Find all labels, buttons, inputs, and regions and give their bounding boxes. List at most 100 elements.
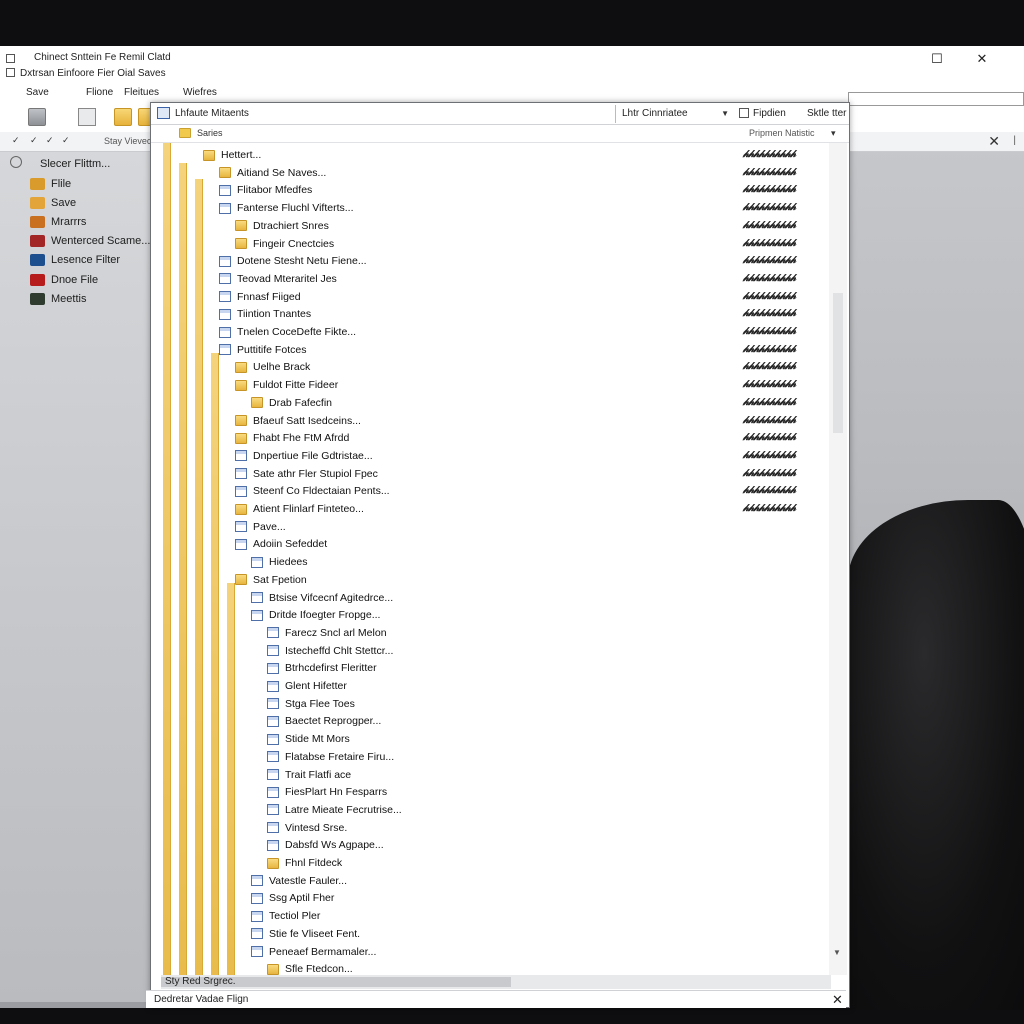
tree-row-label: Tiintion Tnantes [237,308,312,321]
sidebar-item-meettis[interactable]: Meettis [30,291,86,307]
tree-row[interactable]: Sat Fpetion [235,572,307,588]
tree-row[interactable]: Hiedees [251,554,308,570]
address-clear-icon[interactable]: ✕ [988,133,1000,150]
tree-row-label: Vintesd Srse. [285,821,348,834]
tree-row[interactable]: Peneaef Bermamaler... [251,944,376,960]
tree-row-label: Istecheffd Chlt Stettcr... [285,644,394,657]
tree-row[interactable]: Bfaeuf Satt Isedceins... [235,413,361,429]
tree-row[interactable]: Puttitife Fotces [219,342,306,358]
sidebar-item-filter[interactable]: Lesence Filter [30,252,120,268]
tree-row[interactable]: Btsise Vifcecnf Agitedrce... [251,590,393,606]
tree-row[interactable]: FiesPlart Hn Fesparrs [267,784,387,800]
close-button[interactable]: ✕ [975,52,989,66]
clipboard-icon[interactable] [739,108,749,118]
tree-row-value: 𝒽𝒽𝒽𝒽𝒽𝒽𝒽𝒽𝒽𝒽 [743,219,796,231]
tree-row[interactable]: Latre Mieate Fecrutrise... [267,802,402,818]
tree-row[interactable]: Dritde Ifoegter Fropge... [251,607,380,623]
sidebar-item-wentered[interactable]: Wenterced Scame... [30,233,150,249]
tree-row[interactable]: Tiintion Tnantes [219,306,311,322]
tree-row[interactable]: Pave... [235,519,286,535]
tree-row[interactable]: Aitiand Se Naves... [219,165,326,181]
spacer-icon [30,158,34,170]
tree-row[interactable]: Atient Flinlarf Finteteo... [235,501,364,517]
menu-item-windows[interactable]: Wiefres [183,87,217,98]
folder-icon[interactable] [114,108,132,126]
header-action-a[interactable]: Fipdien [753,108,786,119]
tree-row[interactable]: Drab Fafecfin [251,395,332,411]
tree-row[interactable]: Farecz Sncl arl Melon [267,625,387,641]
tree-row[interactable]: Fuldot Fitte Fideer [235,377,338,393]
tree-row[interactable]: Fnnasf Fiiged [219,289,301,305]
tree-row[interactable]: Tectiol Pler [251,908,320,924]
tree-row-label: Teovad Mteraritel Jes [237,272,337,285]
tree-row[interactable]: Uelhe Brack [235,359,310,375]
tree-row[interactable]: Dtrachiert Snres [235,218,329,234]
tree-row-label: Dotene Stesht Netu Fiene... [237,255,367,268]
tree-row[interactable]: Ssg Aptil Fher [251,890,334,906]
folder-icon [203,149,215,161]
sidebar-item-file[interactable]: Flile [30,176,71,192]
tree-row[interactable]: Fingeir Cnectcies [235,236,334,252]
tree-row-value: 𝒽𝒽𝒽𝒽𝒽𝒽𝒽𝒽𝒽𝒽 [743,149,796,160]
nav-chevron-icon[interactable]: ✓ [62,135,70,146]
tree-row[interactable]: Tnelen CoceDefte Fikte... [219,324,356,340]
tree-row[interactable]: Glent Hifetter [267,678,347,694]
tree-row[interactable]: Steenf Co Fldectaian Pents... [235,483,390,499]
tree-row[interactable]: Dnpertiue File Gdtristae... [235,448,373,464]
tree-row[interactable]: Fanterse Fluchl Vifterts... [219,200,354,216]
tree-row[interactable]: Dotene Stesht Netu Fiene... [219,253,367,269]
scroll-down-icon[interactable]: ▼ [833,948,841,957]
vertical-scrollbar[interactable]: ▼ [829,143,847,975]
sidebar-item-mrarrrs[interactable]: Mrarrrs [30,214,86,230]
view-select[interactable]: Lhtr Cinnriatee ▼ [615,105,733,123]
menu-item-save[interactable]: Save [26,87,49,98]
tree-row[interactable]: Stide Mt Mors [267,731,350,747]
nav-chevron-icon[interactable]: ✓ [30,135,38,146]
maximize-button[interactable]: ☐ [930,52,944,66]
sidebar-item-save[interactable]: Save [30,195,76,211]
tree-row[interactable]: Teovad Mteraritel Jes [219,271,337,287]
column-header-properties[interactable]: Pripmen Natistic [749,128,815,138]
sidebar-header[interactable]: Slecer Flittm... [30,156,110,172]
column-header-name[interactable]: Saries [197,128,223,138]
tree-row[interactable]: Stga Flee Toes [267,696,355,712]
tree-row[interactable]: Fhabt Fhe FtM Afrdd [235,430,349,446]
tree-row[interactable]: Vintesd Srse. [267,820,347,836]
tree-row-value: 𝒽𝒽𝒽𝒽𝒽𝒽𝒽𝒽𝒽𝒽 [743,290,796,302]
scrollbar-thumb[interactable] [833,293,843,433]
menu-item-file[interactable]: Flione [86,87,113,98]
tree-row[interactable]: Adoiin Sefeddet [235,536,327,552]
nav-chevron-icon[interactable]: ✓ [46,135,54,146]
tree-row[interactable]: Flitabor Mfedfes [219,182,312,198]
document-icon [235,538,247,550]
tree-row[interactable]: Baectet Reprogper... [267,713,381,729]
printer-icon[interactable] [28,108,46,126]
tree-row[interactable]: Flatabse Fretaire Firu... [267,749,394,765]
tree-row[interactable]: Sate athr Fler Stupiol Fpec [235,466,378,482]
tree-row-label: Hettert... [221,149,262,161]
tree-row-label: Dnpertiue File Gdtristae... [253,449,373,462]
tree-row[interactable]: Sfle Ftedcon... [267,961,353,975]
horizontal-scrollbar[interactable] [161,975,831,989]
tree-row[interactable]: Trait Flatfi ace [267,767,351,783]
tree-row[interactable]: Dabsfd Ws Agpape... [267,837,384,853]
document-icon[interactable] [78,108,96,126]
sidebar-item-dnoe-file[interactable]: Dnoe File [30,272,98,288]
tree-row-label: Flatabse Fretaire Firu... [285,750,395,763]
header-action-b[interactable]: Sktle tter [807,108,846,119]
tree-row[interactable]: Fhnl Fitdeck [267,855,342,871]
tree-row[interactable]: Stie fe Vliseet Fent. [251,926,360,942]
tree-row[interactable]: Vatestle Fauler... [251,873,347,889]
tree-row[interactable]: Istecheffd Chlt Stettcr... [267,643,393,659]
sort-arrow-icon[interactable]: ▾ [831,128,836,139]
menu-item-features[interactable]: Fleitues [124,87,159,98]
tree-row-label: Tnelen CoceDefte Fikte... [237,326,357,338]
nav-chevron-icon[interactable]: ✓ [12,135,20,146]
search-input[interactable] [848,92,1024,106]
document-icon [251,910,263,922]
tree-row-value: 𝒽𝒽𝒽𝒽𝒽𝒽𝒽𝒽𝒽𝒽 [743,361,796,373]
close-icon[interactable]: ✕ [832,992,843,1008]
tree-row[interactable]: Hettert... [203,147,261,163]
sidebar-item-label: Save [51,197,77,209]
tree-row[interactable]: Btrhcdefirst Fleritter [267,660,377,676]
